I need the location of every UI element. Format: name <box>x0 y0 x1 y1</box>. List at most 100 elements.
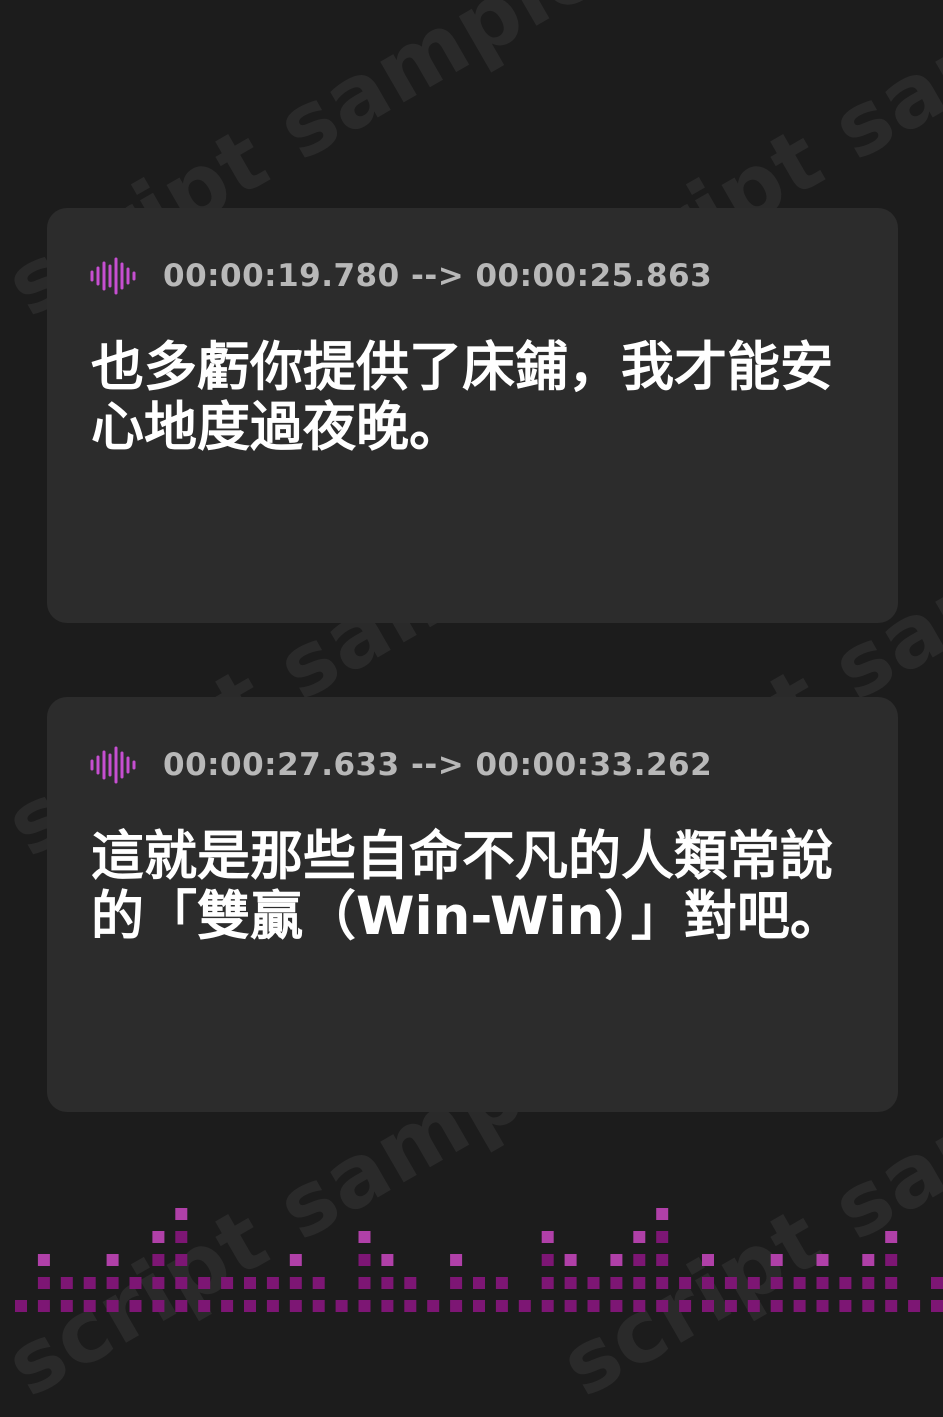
equalizer-square <box>541 1254 554 1266</box>
equalizer-square <box>862 1300 875 1312</box>
equalizer-square <box>358 1277 371 1289</box>
equalizer-square <box>175 1231 188 1243</box>
equalizer-square <box>221 1277 234 1289</box>
equalizer-square <box>724 1277 737 1289</box>
equalizer-square <box>450 1254 463 1266</box>
equalizer-square <box>381 1300 394 1312</box>
timestamp-row: 00:00:19.780 --> 00:00:25.863 <box>89 256 712 296</box>
audio-wave-icon <box>90 746 136 784</box>
subtitle-card: 00:00:27.633 --> 00:00:33.262 這就是那些自命不凡的… <box>47 697 898 1112</box>
equalizer-square <box>381 1277 394 1289</box>
equalizer-square <box>656 1277 669 1289</box>
timestamp-row: 00:00:27.633 --> 00:00:33.262 <box>89 745 712 785</box>
equalizer-square <box>221 1300 234 1312</box>
equalizer-square <box>312 1277 325 1289</box>
equalizer-square <box>312 1300 325 1312</box>
equalizer-square <box>885 1277 898 1289</box>
equalizer-square <box>404 1300 417 1312</box>
equalizer-square <box>633 1300 646 1312</box>
equalizer-square <box>862 1277 875 1289</box>
equalizer-square <box>175 1277 188 1289</box>
subtitle-card: 00:00:19.780 --> 00:00:25.863 也多虧你提供了床鋪，… <box>47 208 898 623</box>
equalizer-square <box>473 1277 485 1289</box>
equalizer-square <box>244 1277 256 1289</box>
equalizer-square <box>450 1277 463 1289</box>
equalizer-square <box>931 1277 943 1289</box>
equalizer-square <box>587 1300 600 1312</box>
equalizer-square <box>266 1300 279 1312</box>
equalizer-square <box>541 1300 554 1312</box>
equalizer-square <box>37 1254 50 1266</box>
equalizer-square <box>381 1254 394 1266</box>
equalizer-square <box>747 1277 760 1289</box>
equalizer-square <box>839 1300 852 1312</box>
equalizer-square <box>106 1300 119 1312</box>
equalizer-square <box>152 1231 165 1243</box>
equalizer-square <box>770 1254 783 1266</box>
equalizer-square <box>60 1277 73 1289</box>
equalizer-square <box>885 1300 898 1312</box>
equalizer-square <box>175 1254 188 1266</box>
equalizer-square <box>175 1208 188 1220</box>
equalizer-square <box>541 1277 554 1289</box>
equalizer-square <box>358 1231 371 1243</box>
equalizer-square <box>564 1254 577 1266</box>
equalizer-square <box>656 1208 669 1220</box>
equalizer-square <box>610 1300 623 1312</box>
equalizer-square <box>885 1231 898 1243</box>
equalizer-square <box>747 1300 760 1312</box>
audio-wave-icon <box>90 257 136 295</box>
equalizer-square <box>610 1277 623 1289</box>
equalizer-square <box>83 1277 96 1289</box>
equalizer-square <box>770 1300 783 1312</box>
equalizer-square <box>564 1300 577 1312</box>
equalizer-square <box>931 1300 943 1312</box>
equalizer-square <box>129 1300 142 1312</box>
equalizer-square <box>450 1300 463 1312</box>
timestamp: 00:00:19.780 --> 00:00:25.863 <box>163 258 713 294</box>
subtitle-text: 也多虧你提供了床鋪，我才能安心地度過夜晚。 <box>91 337 833 458</box>
equalizer-square <box>106 1277 119 1289</box>
equalizer-square <box>198 1277 211 1289</box>
equalizer-square <box>495 1277 508 1289</box>
equalizer-square <box>541 1231 554 1243</box>
equalizer-square <box>289 1300 302 1312</box>
equalizer-square <box>198 1300 211 1312</box>
equalizer-square <box>495 1300 508 1312</box>
equalizer-square <box>862 1254 875 1266</box>
equalizer-square <box>633 1231 646 1243</box>
equalizer-square <box>702 1277 714 1289</box>
equalizer-square <box>702 1300 714 1312</box>
equalizer-square <box>473 1300 485 1312</box>
equalizer-square <box>816 1254 829 1266</box>
equalizer-square <box>358 1300 371 1312</box>
equalizer-square <box>289 1254 302 1266</box>
equalizer-square <box>15 1300 27 1312</box>
equalizer-square <box>656 1300 669 1312</box>
equalizer-square <box>679 1277 692 1289</box>
equalizer-square <box>587 1277 600 1289</box>
equalizer-square <box>152 1300 165 1312</box>
equalizer-square <box>427 1300 440 1312</box>
equalizer-square <box>37 1277 50 1289</box>
equalizer-square <box>152 1254 165 1266</box>
equalizer-square <box>83 1300 96 1312</box>
equalizer-square <box>404 1277 417 1289</box>
equalizer-square <box>175 1300 188 1312</box>
equalizer-decoration <box>15 1208 943 1312</box>
equalizer-square <box>656 1254 669 1266</box>
equalizer-square <box>610 1254 623 1266</box>
watermark-layer: script sample script sample script sampl… <box>0 0 943 1417</box>
equalizer-square <box>37 1300 50 1312</box>
equalizer-square <box>633 1277 646 1289</box>
timestamp: 00:00:27.633 --> 00:00:33.262 <box>163 747 713 783</box>
subtitle-text: 這就是那些自命不凡的人類常說的「雙贏（Win-Win）」對吧。 <box>91 826 843 947</box>
equalizer-square <box>702 1254 714 1266</box>
equalizer-square <box>839 1277 852 1289</box>
equalizer-square <box>60 1300 73 1312</box>
equalizer-square <box>266 1277 279 1289</box>
equalizer-square <box>335 1300 348 1312</box>
equalizer-square <box>244 1300 256 1312</box>
equalizer-square <box>816 1300 829 1312</box>
equalizer-square <box>518 1300 531 1312</box>
